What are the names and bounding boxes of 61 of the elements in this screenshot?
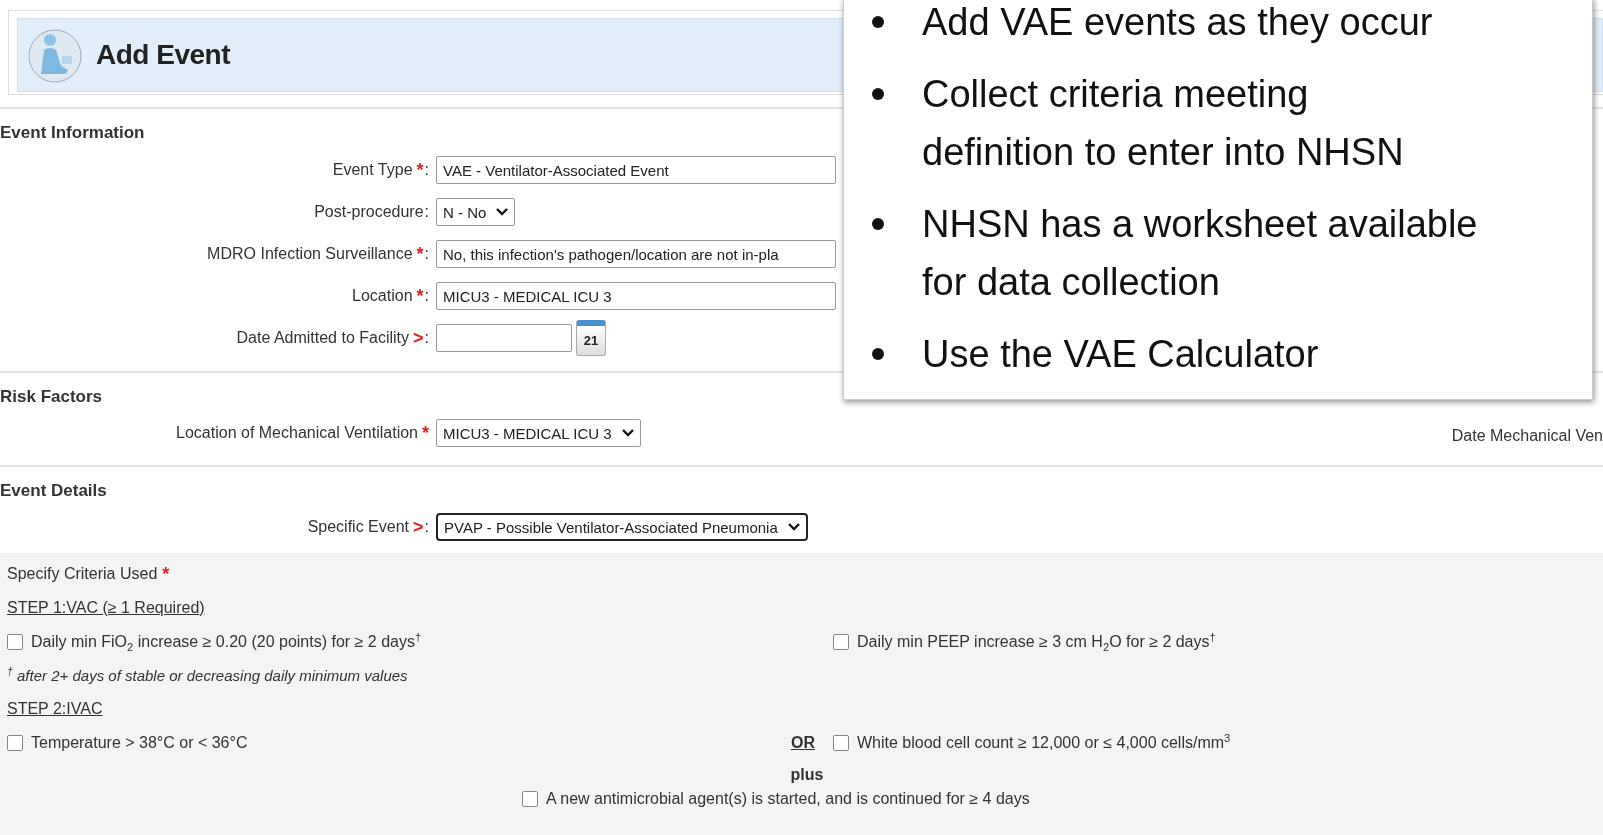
select-field[interactable]: VAE - Ventilator-Associated Event	[436, 156, 836, 184]
checkbox[interactable]	[833, 634, 849, 650]
bullet-text: Add VAE events as they occur	[922, 0, 1433, 45]
checkbox-option[interactable]: Daily min PEEP increase ≥ 3 cm H$_{2}$O for ≥ 2 days$^{†}$	[833, 633, 1603, 651]
field-label: MDRO Infection Surveillance	[207, 245, 413, 263]
label-colon: :	[424, 518, 429, 536]
required-marker: *	[422, 422, 429, 444]
select-field[interactable]: MICU3 - MEDICAL ICU 3	[436, 282, 836, 310]
chevron-down-icon	[621, 429, 634, 437]
field-label: Date Mechanical Ven	[1451, 426, 1603, 445]
step-heading: STEP 1:VAC (≥ 1 Required)	[7, 599, 205, 617]
checkbox[interactable]	[522, 791, 538, 807]
criteria-title: Specify Criteria Used	[7, 565, 158, 583]
field-label: Event Type	[332, 161, 413, 179]
label-colon: :	[424, 329, 429, 347]
label-colon: :	[424, 245, 429, 263]
checkbox-option[interactable]: A new antimicrobial agent(s) is started, and is continued for ≥ 4 days	[522, 790, 1603, 808]
select-field[interactable]: PVAP - Possible Ventilator-Associated Pneumonia	[436, 513, 808, 541]
checkbox-option[interactable]: Temperature > 38°C or < 36°C	[7, 734, 773, 752]
checkbox[interactable]	[833, 735, 849, 751]
step-heading: STEP 2:IVAC	[7, 700, 103, 718]
calendar-button[interactable]: 21	[576, 320, 606, 356]
connector-text: OR	[791, 734, 815, 752]
field-label: Post-procedure	[314, 203, 424, 221]
required-marker: >	[413, 516, 424, 538]
select-field[interactable]: N - No	[436, 198, 516, 226]
bullet-icon	[872, 218, 884, 230]
checkbox[interactable]	[7, 735, 23, 751]
section-heading: Event Information	[0, 122, 145, 144]
bullet-text: NHSN has a worksheet available for data collection	[922, 202, 1478, 305]
field-label: Date Admitted to Facility	[236, 329, 410, 347]
label-colon: :	[424, 161, 429, 179]
label-colon: :	[424, 203, 429, 221]
required-marker: *	[416, 285, 424, 307]
required-marker: *	[416, 159, 424, 181]
checkbox-option[interactable]: White blood cell count ≥ 12,000 or ≤ 4,000 cells/mm$^{3}$	[833, 734, 1603, 752]
bullet-text: Use the VAE Calculator	[922, 332, 1319, 377]
section-heading: Event Details	[0, 480, 107, 502]
select-field[interactable]: MICU3 - MEDICAL ICU 3	[436, 419, 641, 447]
section-heading: Risk Factors	[0, 386, 103, 408]
required-marker: *	[416, 243, 424, 265]
label-colon: :	[424, 287, 429, 305]
select-field[interactable]: No, this infection's pathogen/location are not in-pla	[436, 240, 836, 268]
bullet-icon	[872, 16, 884, 28]
bullet-icon	[872, 88, 884, 100]
checkbox[interactable]	[7, 634, 23, 650]
field-label: Location	[352, 287, 413, 305]
field-label: Location of Mechanical Ventilation	[176, 424, 418, 442]
checkbox-option[interactable]: Daily min FiO$_{2}$ increase ≥ 0.20 (20 points) for ≥ 2 days$^{†}$	[7, 633, 773, 651]
required-marker: >	[413, 327, 424, 349]
bullet-icon	[872, 348, 884, 360]
chevron-down-icon	[787, 523, 800, 531]
footnote: $^{†}$ after 2+ days of stable or decreasing daily minimum values	[7, 667, 408, 684]
date-field[interactable]	[436, 324, 572, 352]
required-marker: *	[162, 563, 170, 585]
chevron-down-icon	[496, 208, 509, 216]
connector-text: plus	[790, 766, 824, 784]
bullet-text: Collect criteria meeting definition to enter into NHSN	[922, 72, 1404, 175]
field-label: Specific Event	[307, 518, 410, 536]
person-icon	[28, 26, 82, 84]
page-title: Add Event	[96, 39, 230, 71]
